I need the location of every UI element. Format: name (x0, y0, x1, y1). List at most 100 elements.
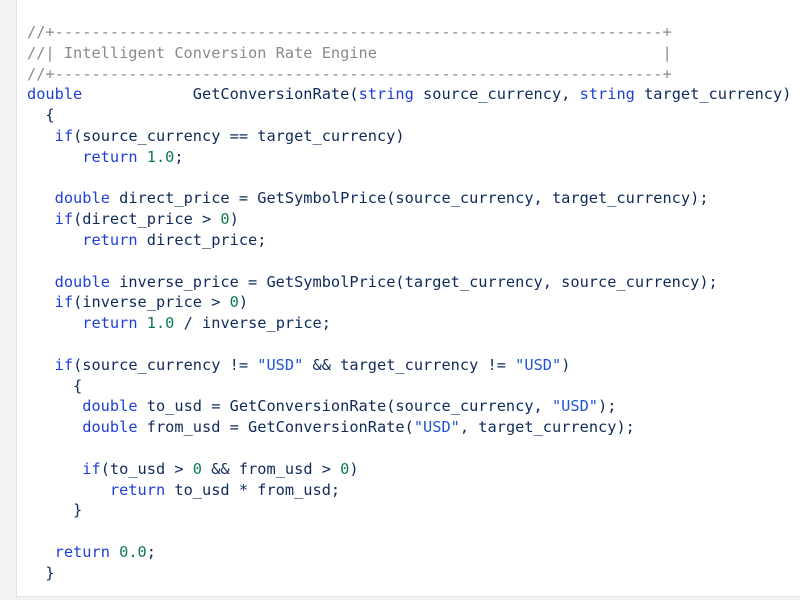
code-keyword: double (27, 85, 83, 104)
code-string: "USD" (515, 355, 562, 374)
code-text: / inverse_price; (174, 314, 331, 333)
code-keyword: string (358, 85, 414, 104)
code-keyword: double (54, 272, 110, 291)
code-text: (direct_price > (73, 210, 221, 229)
code-line: return 1.0 / inverse_price; (27, 313, 800, 334)
code-number: 0 (220, 210, 230, 229)
code-number: 1.0 (146, 147, 175, 166)
code-keyword: if (54, 355, 74, 374)
code-line: if(inverse_price > 0) (27, 292, 800, 313)
code-text: (source_currency == target_currency) (73, 126, 405, 145)
code-line: return direct_price; (27, 230, 800, 251)
code-editor[interactable]: //+-------------------------------------… (16, 0, 800, 597)
code-text: (to_usd > (100, 459, 193, 478)
code-comment: //+-------------------------------------… (27, 64, 672, 83)
code-keyword: if (54, 210, 74, 229)
code-line: double GetConversionRate(string source_c… (27, 84, 800, 105)
code-line: { (27, 105, 800, 126)
code-text: ) (229, 210, 239, 229)
code-text: && target_currency != (303, 355, 516, 374)
code-text: GetConversionRate( (82, 85, 359, 104)
code-text: from_usd = GetConversionRate( (137, 418, 414, 437)
code-line: if(source_currency != "USD" && target_cu… (27, 355, 800, 376)
code-line: double inverse_price = GetSymbolPrice(ta… (27, 272, 800, 293)
code-text: target_currency) (634, 85, 792, 104)
code-keyword: if (54, 293, 74, 312)
code-block[interactable]: //+-------------------------------------… (27, 22, 800, 584)
code-keyword: double (82, 418, 138, 437)
code-text: { (27, 106, 55, 125)
code-keyword: return (82, 147, 138, 166)
code-keyword: if (54, 126, 74, 145)
code-text: , target_currency); (459, 418, 635, 437)
code-text: direct_price = GetSymbolPrice(source_cur… (109, 189, 709, 208)
code-keyword: if (82, 459, 101, 478)
code-line: return 1.0; (27, 147, 800, 168)
code-number: 1.0 (146, 314, 175, 333)
code-text: direct_price; (137, 230, 267, 249)
code-keyword: double (54, 189, 110, 208)
code-text: source_currency, (413, 85, 580, 104)
code-line: return 0.0; (27, 542, 800, 563)
code-text: ) (561, 355, 571, 374)
code-line: double to_usd = GetConversionRate(source… (27, 396, 800, 417)
code-text: } (27, 501, 83, 520)
code-text: ); (598, 397, 617, 416)
code-text: ) (349, 459, 359, 478)
code-text: to_usd = GetConversionRate(source_curren… (137, 397, 552, 416)
code-text: ; (174, 147, 184, 166)
code-text: ) (238, 293, 249, 312)
code-number: 0 (192, 459, 203, 478)
code-comment: //+-------------------------------------… (27, 23, 672, 41)
code-line: //+-------------------------------------… (27, 22, 800, 43)
code-keyword: return (54, 542, 110, 561)
code-string: "USD" (551, 397, 599, 416)
code-text: inverse_price = GetSymbolPrice(target_cu… (109, 272, 718, 291)
code-number: 0 (229, 293, 239, 312)
code-text: (inverse_price > (73, 293, 230, 312)
code-text: ; (146, 542, 156, 561)
code-keyword: string (579, 85, 635, 104)
code-line: //| Intelligent Conversion Rate Engine | (27, 43, 800, 64)
code-line: { (27, 376, 800, 397)
code-line: } (27, 500, 800, 521)
code-string: "USD" (257, 355, 304, 374)
code-keyword: return (82, 314, 138, 333)
code-line: //+-------------------------------------… (27, 64, 800, 85)
code-line: } (27, 563, 800, 584)
code-line: return to_usd * from_usd; (27, 480, 800, 501)
code-keyword: return (82, 230, 138, 249)
code-text: (source_currency != (73, 355, 258, 374)
code-number: 0 (340, 459, 350, 478)
code-string: "USD" (413, 418, 460, 437)
code-keyword: return (109, 480, 166, 499)
code-text: } (27, 563, 55, 582)
code-line: double from_usd = GetConversionRate("USD… (27, 417, 800, 438)
code-number: 0.0 (119, 542, 147, 561)
code-text: { (27, 376, 83, 395)
code-text: && from_usd > (202, 459, 341, 478)
code-line: if(source_currency == target_currency) (27, 126, 800, 147)
